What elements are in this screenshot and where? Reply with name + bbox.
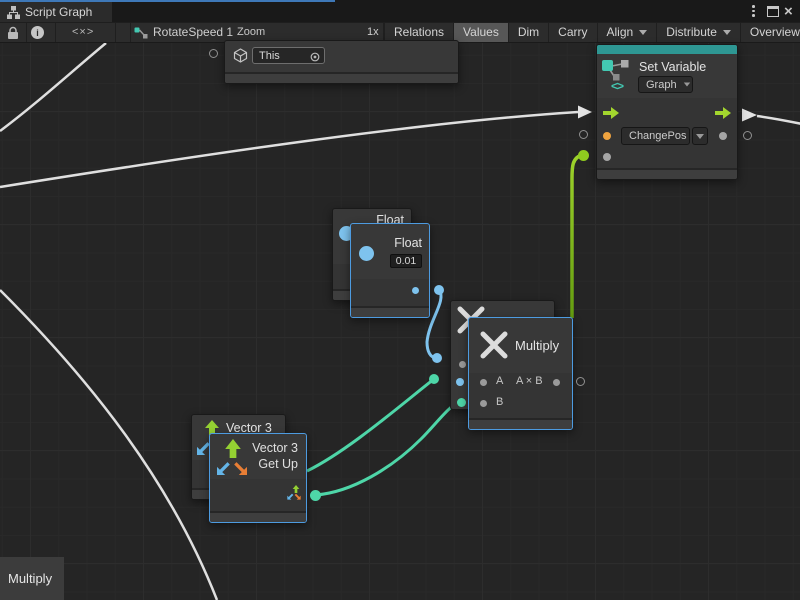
port-indicator-circle xyxy=(579,130,588,139)
tab-bar: Script Graph × xyxy=(0,0,800,22)
flow-arrowhead-in xyxy=(578,106,592,119)
window-close-button[interactable]: × xyxy=(784,3,793,19)
vector3-downright-icon xyxy=(233,461,247,475)
wire-vector3-to-multiply-a xyxy=(307,379,434,471)
input-port-b[interactable] xyxy=(457,398,466,407)
toolbar-separator xyxy=(130,23,131,43)
node-footer xyxy=(225,72,458,83)
chevron-down-icon xyxy=(683,83,689,87)
node-title: Multiply xyxy=(515,338,559,353)
unity-visual-scripting-window: { "window": { "tab": { "title": "Script … xyxy=(0,0,800,600)
tab-script-graph[interactable]: Script Graph xyxy=(0,2,112,22)
port-b-label: B xyxy=(496,396,503,408)
node-footer xyxy=(351,306,429,317)
this-node[interactable]: This xyxy=(224,40,459,84)
info-icon[interactable]: i xyxy=(31,26,44,39)
float-node[interactable]: Float 0.01 xyxy=(350,223,430,318)
variable-output-port[interactable] xyxy=(719,132,727,140)
input-port[interactable] xyxy=(459,361,466,368)
script-machine-icon xyxy=(134,27,148,39)
node-footer xyxy=(597,168,737,179)
close-icon: × xyxy=(784,4,793,19)
vector3-up-icon xyxy=(225,439,241,458)
carry-button[interactable]: Carry xyxy=(548,23,596,42)
set-variable-node[interactable]: <> Set Variable Graph ChangePos xyxy=(596,44,738,180)
port-result[interactable] xyxy=(553,379,560,386)
port-a-label: A xyxy=(496,375,503,387)
wire-white-bottom-left xyxy=(0,290,217,600)
chevron-down-icon xyxy=(639,30,647,35)
node-footer xyxy=(469,418,572,429)
node-title: Set Variable xyxy=(639,60,706,74)
maximize-icon xyxy=(767,6,779,17)
value-input-port[interactable] xyxy=(603,153,611,161)
wire-flow-out-of-set-variable xyxy=(757,116,800,124)
graph-icon xyxy=(7,6,20,19)
multiply-icon xyxy=(479,330,509,360)
align-dropdown[interactable]: Align xyxy=(597,23,657,42)
window-maximize-button[interactable] xyxy=(767,3,779,19)
tab-title: Script Graph xyxy=(25,5,92,19)
port-indicator-circle xyxy=(576,377,585,386)
node-title: Float xyxy=(394,236,422,250)
values-button[interactable]: Values xyxy=(453,23,508,42)
variable-name-port[interactable] xyxy=(603,132,611,140)
input-port-a[interactable] xyxy=(456,378,464,386)
port-a[interactable] xyxy=(480,379,487,386)
port-indicator-circle xyxy=(743,131,752,140)
flow-arrowhead-out xyxy=(742,109,757,122)
flow-output-port[interactable] xyxy=(715,107,731,119)
flow-input-port[interactable] xyxy=(603,107,619,119)
window-menu-button[interactable] xyxy=(752,3,755,19)
float-output-port[interactable] xyxy=(412,287,419,294)
multiply-tooltip: Multiply xyxy=(0,557,64,600)
graph-name: RotateSpeed 1 xyxy=(153,23,233,42)
variable-name-dropdown[interactable]: ChangePos xyxy=(621,127,690,145)
teal-wire-end-bulb xyxy=(429,374,439,384)
distribute-dropdown[interactable]: Distribute xyxy=(656,23,740,42)
graph-canvas[interactable]: This <> Set Variable Graph xyxy=(0,43,800,600)
vector3-downleft-icon xyxy=(217,461,231,475)
wire-multiply-to-set-variable xyxy=(572,155,583,318)
float-value-field[interactable]: 0.01 xyxy=(390,254,422,268)
object-picker-icon[interactable] xyxy=(310,52,320,62)
node-subtitle: Get Up xyxy=(258,457,298,471)
toolbar-separator xyxy=(115,23,116,43)
gameobject-field[interactable]: This xyxy=(252,47,325,64)
variable-kind-glyph: <> xyxy=(611,79,623,93)
wire-white-top-left xyxy=(0,43,106,131)
wire-flow-into-set-variable xyxy=(0,112,578,187)
toolbar-separator xyxy=(55,23,56,43)
toolbar-separator xyxy=(26,23,27,43)
chevron-down-icon xyxy=(696,134,704,139)
blue-wire-start-bulb xyxy=(434,285,444,295)
port-out-label: A × B xyxy=(516,375,543,387)
node-footer xyxy=(210,511,306,522)
port-b[interactable] xyxy=(480,400,487,407)
blue-wire-end-bulb xyxy=(432,353,442,363)
variable-kind-dropdown[interactable]: Graph xyxy=(638,76,693,93)
overview-button[interactable]: Overview xyxy=(740,23,800,42)
node-title: Vector 3 xyxy=(252,441,298,455)
dim-button[interactable]: Dim xyxy=(508,23,548,42)
cube-icon xyxy=(233,48,248,63)
vector3-output-icon xyxy=(286,485,302,501)
vector3-output-bulb[interactable] xyxy=(310,490,321,501)
vector3-get-up-node[interactable]: Vector 3 Get Up xyxy=(209,433,307,523)
variable-name-dropdown-caret[interactable] xyxy=(692,127,708,145)
menu-dots-icon xyxy=(752,5,755,17)
multiply-node[interactable]: Multiply A A × B B xyxy=(468,317,573,430)
chevron-down-icon xyxy=(723,30,731,35)
port-indicator-circle xyxy=(209,49,218,58)
code-preview-toggle[interactable]: <×> xyxy=(72,23,94,42)
float-icon xyxy=(359,246,374,261)
lime-wire-end-bulb xyxy=(578,150,589,161)
lock-icon[interactable] xyxy=(7,26,19,40)
variable-accent-bar xyxy=(597,45,737,54)
